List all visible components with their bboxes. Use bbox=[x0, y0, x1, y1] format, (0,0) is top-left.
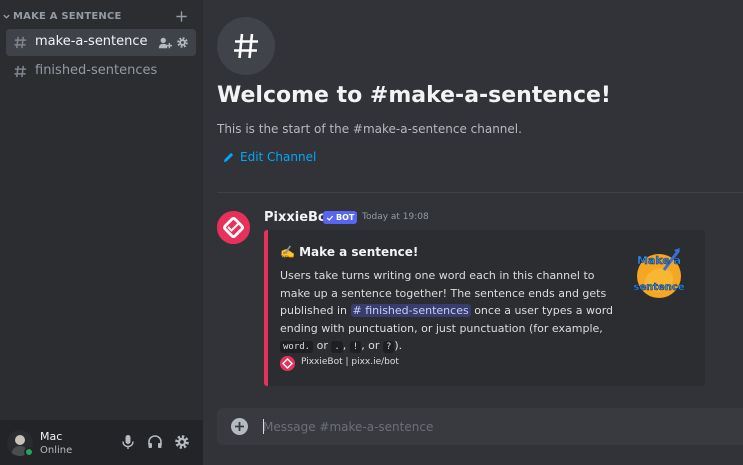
embed-desc-text: ). bbox=[394, 339, 403, 352]
gear-icon[interactable] bbox=[176, 36, 189, 49]
channel-hash-icon bbox=[217, 17, 275, 75]
channel-item-finished-sentences[interactable]: finished-sentences bbox=[6, 58, 196, 85]
message-composer bbox=[217, 408, 743, 445]
embed-title: ✍️ Make a sentence! bbox=[280, 245, 419, 259]
user-settings-gear-icon[interactable] bbox=[174, 434, 190, 450]
embed-footer: PixxieBot | pixx.ie/bot bbox=[301, 357, 399, 367]
bot-avatar[interactable] bbox=[217, 211, 250, 244]
pixxiebot-logo-icon bbox=[217, 211, 250, 244]
welcome-subtitle: This is the start of the #make-a-sentenc… bbox=[217, 122, 522, 136]
svg-text:sentence: sentence bbox=[633, 282, 684, 293]
embed-desc-text: , bbox=[342, 339, 350, 352]
user-status: Online bbox=[40, 445, 73, 456]
checkmark-icon bbox=[326, 215, 334, 221]
attach-plus-button[interactable] bbox=[231, 418, 248, 435]
embed-description: Users take turns writing one word each i… bbox=[280, 267, 620, 357]
inline-code: ? bbox=[382, 341, 395, 353]
create-channel-plus-icon[interactable] bbox=[175, 10, 188, 23]
mic-icon[interactable] bbox=[120, 434, 136, 450]
bot-tag: BOT bbox=[323, 211, 358, 224]
pencil-icon bbox=[223, 152, 234, 163]
user-panel: Mac Online bbox=[0, 420, 203, 465]
chevron-down-icon bbox=[3, 14, 10, 19]
divider bbox=[217, 192, 743, 193]
inline-code: . bbox=[331, 341, 343, 353]
channel-sidebar: MAKE A SENTENCE make-a-sentence finished… bbox=[0, 0, 203, 465]
inline-code: word. bbox=[280, 341, 314, 353]
message-timestamp: Today at 19:08 bbox=[362, 212, 429, 222]
footer-pixxiebot-icon bbox=[280, 356, 295, 371]
hash-icon bbox=[14, 36, 27, 49]
add-member-icon[interactable] bbox=[158, 36, 172, 50]
text-caret bbox=[263, 419, 264, 434]
hash-icon bbox=[234, 33, 258, 59]
svg-text:Make a: Make a bbox=[637, 254, 681, 267]
message-embed: ✍️ Make a sentence! Users take turns wri… bbox=[264, 230, 705, 386]
username: Mac bbox=[40, 430, 63, 443]
headphones-icon[interactable] bbox=[147, 434, 163, 450]
embed-desc-text: , or bbox=[361, 339, 383, 352]
chat-main: Welcome to #make-a-sentence! This is the… bbox=[203, 0, 743, 465]
channel-mention-finished-sentences[interactable]: # finished-sentences bbox=[350, 304, 471, 317]
hash-icon bbox=[14, 65, 27, 78]
channel-item-make-a-sentence[interactable]: make-a-sentence bbox=[6, 29, 196, 56]
edit-channel-label: Edit Channel bbox=[240, 150, 317, 164]
embed-desc-text: or bbox=[313, 339, 332, 352]
message-input[interactable] bbox=[263, 408, 733, 445]
online-status-dot bbox=[24, 447, 34, 457]
bot-tag-label: BOT bbox=[336, 213, 355, 222]
channel-name: make-a-sentence bbox=[35, 34, 148, 49]
welcome-heading: Welcome to #make-a-sentence! bbox=[217, 83, 611, 108]
embed-thumbnail-make-a-sentence-logo[interactable]: Make a sentence bbox=[624, 240, 694, 310]
category-header[interactable]: MAKE A SENTENCE bbox=[0, 9, 203, 25]
inline-code: ! bbox=[349, 341, 362, 353]
plus-icon bbox=[235, 422, 244, 431]
category-label: MAKE A SENTENCE bbox=[13, 11, 122, 22]
channel-name: finished-sentences bbox=[35, 63, 158, 78]
